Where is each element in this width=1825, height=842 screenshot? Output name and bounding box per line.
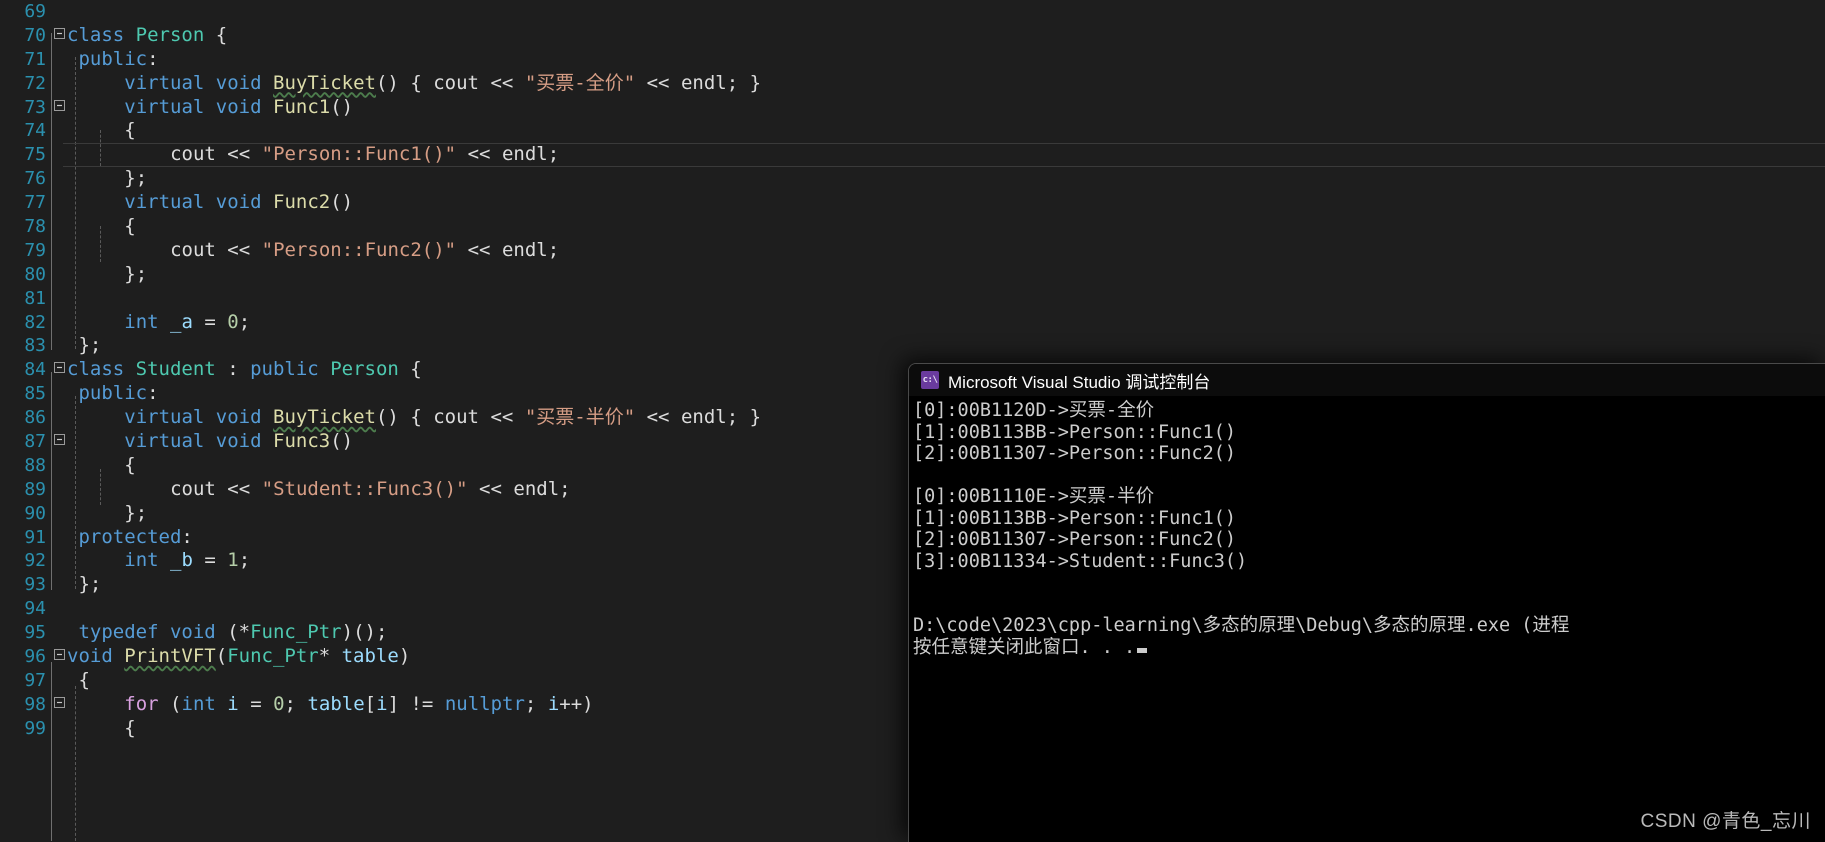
line-number: 91: [0, 526, 51, 550]
console-output-line: [913, 594, 1825, 616]
line-number: 94: [0, 597, 51, 621]
code-line[interactable]: 78 {: [0, 215, 1825, 239]
line-number: 99: [0, 717, 51, 741]
csdn-watermark: CSDN @青色_忘川: [1641, 806, 1811, 833]
code-line[interactable]: 69: [0, 0, 1825, 24]
line-number: 76: [0, 167, 51, 191]
code-text: virtual void BuyTicket() { cout << "买票-全…: [67, 72, 761, 96]
code-line[interactable]: 80 };: [0, 263, 1825, 287]
code-line[interactable]: 77 virtual void Func2(): [0, 191, 1825, 215]
line-number: 78: [0, 215, 51, 239]
code-line[interactable]: 73 virtual void Func1(): [0, 96, 1825, 120]
line-number: 82: [0, 311, 51, 335]
code-text: {: [67, 717, 136, 741]
debug-console-window[interactable]: c:\ Microsoft Visual Studio 调试控制台 [0]:00…: [908, 363, 1825, 842]
code-line[interactable]: 79 cout << "Person::Func2()" << endl;: [0, 239, 1825, 263]
fold-toggle-icon[interactable]: [51, 645, 67, 669]
code-text: {: [67, 669, 90, 693]
code-text: class Student : public Person {: [67, 358, 422, 382]
code-line[interactable]: 75 cout << "Person::Func1()" << endl;: [0, 143, 1825, 167]
line-number: 70: [0, 24, 51, 48]
code-text: };: [67, 502, 147, 526]
line-number: 77: [0, 191, 51, 215]
console-title-text: Microsoft Visual Studio 调试控制台: [948, 368, 1210, 393]
code-text: virtual void Func2(): [67, 191, 353, 215]
line-number: 95: [0, 621, 51, 645]
line-number: 87: [0, 430, 51, 454]
console-cursor: [1137, 648, 1147, 653]
console-output-line: [913, 465, 1825, 487]
line-number: 69: [0, 0, 51, 24]
console-output-line: [0]:00B1120D->买票-全价: [913, 400, 1825, 422]
console-output-line: 按任意键关闭此窗口. . .: [913, 637, 1825, 659]
code-line[interactable]: 82 int _a = 0;: [0, 311, 1825, 335]
code-text: class Person {: [67, 24, 227, 48]
line-number: 86: [0, 406, 51, 430]
code-text: virtual void BuyTicket() { cout << "买票-半…: [67, 406, 761, 430]
code-line[interactable]: 81: [0, 287, 1825, 311]
line-number: 85: [0, 382, 51, 406]
console-output-line: [913, 572, 1825, 594]
console-output-line: D:\code\2023\cpp-learning\多态的原理\Debug\多态…: [913, 615, 1825, 637]
console-output-line: [1]:00B113BB->Person::Func1(): [913, 508, 1825, 530]
code-text: cout << "Person::Func2()" << endl;: [67, 239, 559, 263]
code-text: void PrintVFT(Func_Ptr* table): [67, 645, 410, 669]
line-number: 75: [0, 143, 51, 167]
code-text: typedef void (*Func_Ptr)();: [67, 621, 387, 645]
code-text: cout << "Student::Func3()" << endl;: [67, 478, 571, 502]
console-output-line: [3]:00B11334->Student::Func3(): [913, 551, 1825, 573]
line-number: 71: [0, 48, 51, 72]
fold-toggle-icon[interactable]: [51, 358, 67, 382]
line-number: 93: [0, 573, 51, 597]
fold-toggle-icon[interactable]: [51, 693, 67, 717]
code-text: };: [67, 167, 147, 191]
code-text: virtual void Func3(): [67, 430, 353, 454]
code-text: public:: [67, 48, 159, 72]
line-number: 89: [0, 478, 51, 502]
code-line[interactable]: 74 {: [0, 119, 1825, 143]
code-text: {: [67, 119, 136, 143]
code-text: cout << "Person::Func1()" << endl;: [67, 143, 559, 167]
line-number: 84: [0, 358, 51, 382]
line-number: 73: [0, 96, 51, 120]
line-number: 88: [0, 454, 51, 478]
code-text: int _a = 0;: [67, 311, 250, 335]
code-text: protected:: [67, 526, 193, 550]
fold-toggle-icon[interactable]: [51, 96, 67, 120]
line-number: 97: [0, 669, 51, 693]
fold-toggle-icon[interactable]: [51, 24, 67, 48]
line-number: 79: [0, 239, 51, 263]
code-line[interactable]: 70 class Person {: [0, 24, 1825, 48]
code-line[interactable]: 76 };: [0, 167, 1825, 191]
console-window-icon: c:\: [921, 371, 939, 389]
line-number: 74: [0, 119, 51, 143]
console-output-line: [2]:00B11307->Person::Func2(): [913, 529, 1825, 551]
console-titlebar[interactable]: c:\ Microsoft Visual Studio 调试控制台: [909, 364, 1825, 396]
code-line[interactable]: 83 };: [0, 334, 1825, 358]
code-text: };: [67, 263, 147, 287]
code-line[interactable]: 71 public:: [0, 48, 1825, 72]
line-number: 83: [0, 334, 51, 358]
code-text: int _b = 1;: [67, 549, 250, 573]
code-text: };: [67, 573, 101, 597]
fold-toggle-icon[interactable]: [51, 430, 67, 454]
line-number: 96: [0, 645, 51, 669]
code-text: };: [67, 334, 101, 358]
code-text: public:: [67, 382, 159, 406]
line-number: 90: [0, 502, 51, 526]
code-text: for (int i = 0; table[i] != nullptr; i++…: [67, 693, 594, 717]
code-line[interactable]: 72 virtual void BuyTicket() { cout << "买…: [0, 72, 1825, 96]
line-number: 80: [0, 263, 51, 287]
line-number: 72: [0, 72, 51, 96]
console-output-line: [2]:00B11307->Person::Func2(): [913, 443, 1825, 465]
code-text: {: [67, 215, 136, 239]
line-number: 92: [0, 549, 51, 573]
code-text: virtual void Func1(): [67, 96, 353, 120]
console-output-line: [1]:00B113BB->Person::Func1(): [913, 422, 1825, 444]
code-text: {: [67, 454, 136, 478]
line-number: 81: [0, 287, 51, 311]
console-output-line: [0]:00B1110E->买票-半价: [913, 486, 1825, 508]
line-number: 98: [0, 693, 51, 717]
console-output-area[interactable]: [0]:00B1120D->买票-全价[1]:00B113BB->Person:…: [909, 396, 1825, 658]
